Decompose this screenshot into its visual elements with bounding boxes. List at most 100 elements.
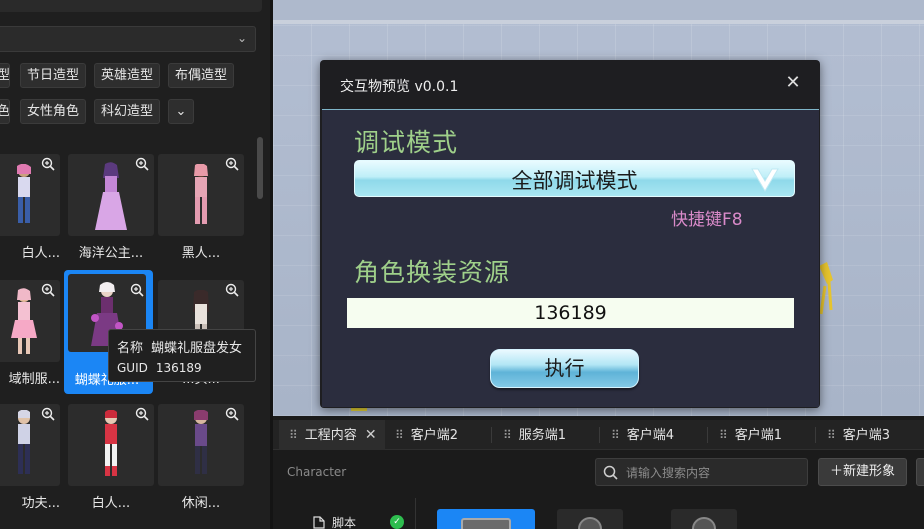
tab-divider — [815, 427, 816, 443]
more-tags-button[interactable]: ⌄ — [168, 99, 194, 124]
plus-icon: ＋ — [829, 464, 843, 479]
asset-tooltip: 名称 蝴蝶礼服盘发女 GUID 136189 — [108, 329, 256, 382]
scene-prop — [819, 262, 833, 315]
tag-filter[interactable]: 色 — [0, 99, 10, 124]
character-name: 休闲... — [181, 496, 221, 511]
search-icon — [603, 465, 618, 480]
check-icon: ✓ — [390, 515, 404, 529]
debug-mode-dropdown[interactable]: 全部调试模式 — [354, 160, 795, 197]
tab-label: 客户端1 — [734, 428, 783, 443]
dialog-body: 调试模式 全部调试模式 快捷键F8 角色换装资源 执行 — [322, 109, 819, 407]
zoom-icon[interactable] — [135, 407, 149, 421]
tree-item-script[interactable]: 脚本 — [313, 514, 356, 529]
execute-button[interactable]: 执行 — [490, 349, 639, 388]
asset-library-panel: ⌄ 型 节日造型 英雄造型 布偶造型 色 女性角色 科幻造型 ⌄ 白人... 海… — [0, 0, 270, 529]
character-name: 域制服... — [8, 372, 60, 387]
character-card[interactable]: 休闲... — [158, 404, 244, 516]
drag-handle-icon[interactable]: ⠿ — [503, 428, 512, 442]
project-content-panel: ⠿ 工程内容 ✕ ⠿ 客户端2 ⠿ 服务端1 ⠿ 客户端4 ⠿ 客户端1 ⠿ 客户端3 Cha… — [273, 416, 924, 529]
new-character-button[interactable]: ＋新建形象 — [818, 458, 907, 486]
character-card[interactable]: 域制服... — [0, 280, 60, 392]
drag-handle-icon[interactable]: ⠿ — [611, 428, 620, 442]
zoom-icon[interactable] — [225, 283, 239, 297]
tag-filter[interactable]: 英雄造型 — [94, 63, 160, 88]
file-icon — [313, 516, 325, 529]
character-card[interactable]: 海洋公主... — [68, 154, 154, 266]
tab-label: 工程内容 — [304, 428, 357, 443]
breadcrumb[interactable]: Character — [287, 465, 346, 479]
character-card[interactable]: 白人... — [68, 404, 154, 516]
asset-tile[interactable] — [557, 509, 623, 529]
scrollbar-thumb[interactable] — [257, 137, 263, 199]
category-dropdown[interactable]: ⌄ — [0, 26, 256, 52]
interaction-preview-dialog: 交互物预览 v0.0.1 ✕ 调试模式 全部调试模式 快捷键F8 角色换装资源 … — [320, 60, 820, 408]
character-card[interactable]: 黑人... — [158, 154, 244, 266]
zoom-icon[interactable] — [225, 157, 239, 171]
character-name: 黑人... — [181, 246, 221, 261]
horizon-line — [273, 20, 924, 24]
tab-divider — [599, 427, 600, 443]
character-card[interactable]: 功夫... — [0, 404, 60, 516]
tab-label: 客户端2 — [410, 428, 459, 443]
drag-handle-icon[interactable]: ⠿ — [395, 428, 404, 442]
tab-label: 客户端3 — [842, 428, 891, 443]
tag-filter[interactable]: 布偶造型 — [168, 63, 234, 88]
character-name: 海洋公主... — [78, 246, 144, 261]
search-input[interactable] — [626, 463, 801, 482]
tab-client-1[interactable]: ⠿ 客户端1 — [719, 420, 815, 450]
drag-handle-icon[interactable]: ⠿ — [719, 428, 728, 442]
chevron-down-icon: ⌄ — [236, 31, 247, 45]
top-toolbar-strip — [0, 0, 262, 12]
tag-filter[interactable]: 女性角色 — [20, 99, 86, 124]
zoom-icon[interactable] — [41, 283, 55, 297]
tooltip-guid-value: 136189 — [155, 361, 202, 375]
zoom-icon[interactable] — [41, 407, 55, 421]
asset-tile[interactable] — [671, 509, 737, 529]
character-name: 白人... — [91, 496, 131, 511]
resource-id-input[interactable] — [347, 298, 794, 328]
asset-thumbnail — [461, 518, 511, 529]
tab-client-4[interactable]: ⠿ 客户端4 — [611, 420, 707, 450]
dialog-title: 交互物预览 v0.0.1 — [340, 79, 459, 95]
new-button-label: 新建形象 — [843, 464, 896, 479]
tab-client-2[interactable]: ⠿ 客户端2 — [395, 420, 491, 450]
tab-label: 服务端1 — [518, 428, 567, 443]
character-card[interactable]: 白人... — [0, 154, 60, 266]
tab-divider — [491, 427, 492, 443]
dropdown-arrow-icon — [751, 168, 779, 192]
zoom-icon[interactable] — [225, 407, 239, 421]
debug-mode-value: 全部调试模式 — [511, 169, 638, 193]
drag-handle-icon[interactable]: ⠿ — [289, 428, 298, 442]
close-icon[interactable]: ✕ — [365, 427, 377, 443]
close-icon[interactable]: ✕ — [784, 74, 802, 92]
tag-filter[interactable]: 型 — [0, 63, 10, 88]
drag-handle-icon[interactable]: ⠿ — [827, 428, 836, 442]
character-name: 白人... — [21, 246, 60, 261]
tab-client-3[interactable]: ⠿ 客户端3 — [827, 420, 923, 450]
debug-mode-label: 调试模式 — [354, 128, 459, 157]
asset-thumbnail — [692, 517, 716, 529]
tab-divider — [707, 427, 708, 443]
tooltip-name-label: 名称 — [117, 341, 144, 356]
resource-label: 角色换装资源 — [354, 258, 511, 287]
chevron-down-icon: ⌄ — [175, 104, 187, 119]
zoom-icon[interactable] — [135, 157, 149, 171]
overflow-button[interactable] — [916, 458, 924, 486]
tab-bar: ⠿ 工程内容 ✕ ⠿ 客户端2 ⠿ 服务端1 ⠿ 客户端4 ⠿ 客户端1 ⠿ 客户端3 — [273, 420, 924, 450]
character-name: 功夫... — [21, 496, 60, 511]
tooltip-guid-label: GUID — [117, 361, 148, 375]
tab-label: 客户端4 — [626, 428, 675, 443]
zoom-icon[interactable] — [41, 157, 55, 171]
zoom-icon[interactable] — [130, 283, 144, 297]
asset-thumbnail — [578, 517, 602, 529]
tag-filter[interactable]: 节日造型 — [20, 63, 86, 88]
search-box[interactable] — [595, 458, 808, 486]
script-label: 脚本 — [332, 516, 357, 529]
tag-filter[interactable]: 科幻造型 — [94, 99, 160, 124]
shortcut-hint: 快捷键F8 — [671, 210, 743, 230]
asset-tile-selected[interactable] — [437, 509, 535, 529]
tab-project-content[interactable]: ⠿ 工程内容 ✕ — [279, 420, 385, 450]
pane-divider[interactable] — [415, 498, 416, 529]
tooltip-name-value: 蝴蝶礼服盘发女 — [151, 341, 243, 356]
tab-server-1[interactable]: ⠿ 服务端1 — [503, 420, 599, 450]
